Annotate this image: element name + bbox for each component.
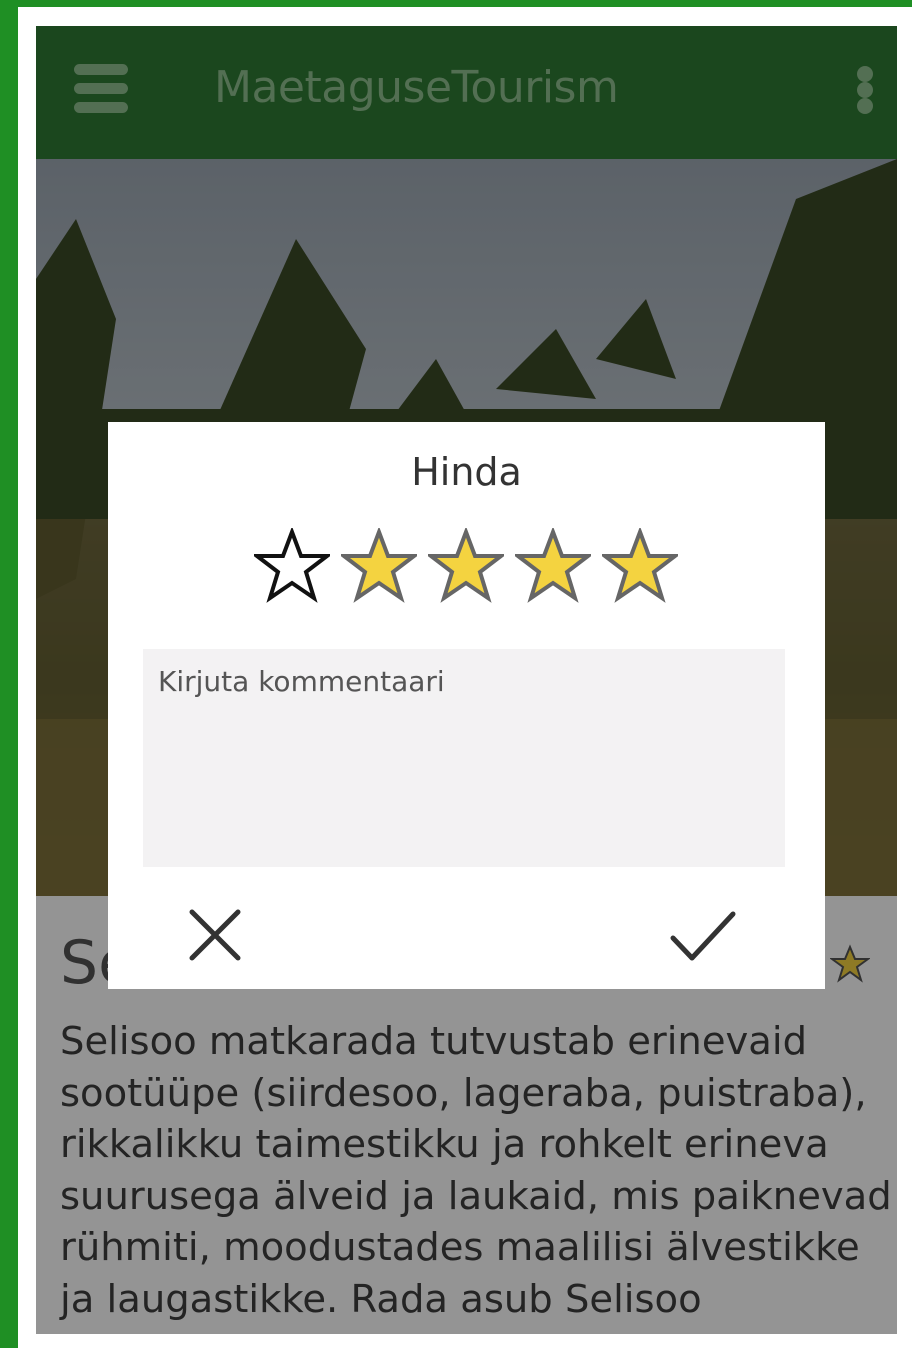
comment-input[interactable] [143,649,785,867]
star-empty-icon[interactable] [254,528,330,604]
app-screen: MaetaguseTourism Se Selisoo matkarada tu… [36,26,897,1334]
outer-frame-left [0,0,18,1348]
star-filled-icon[interactable] [341,528,417,604]
star-filled-icon[interactable] [515,528,591,604]
rating-dialog: Hinda [108,422,825,989]
dialog-title: Hinda [411,450,522,494]
star-filled-icon[interactable] [602,528,678,604]
close-icon[interactable] [188,908,242,962]
star-rating [254,528,686,604]
checkmark-icon[interactable] [670,910,736,964]
star-filled-icon[interactable] [428,528,504,604]
outer-frame-top [0,0,912,7]
